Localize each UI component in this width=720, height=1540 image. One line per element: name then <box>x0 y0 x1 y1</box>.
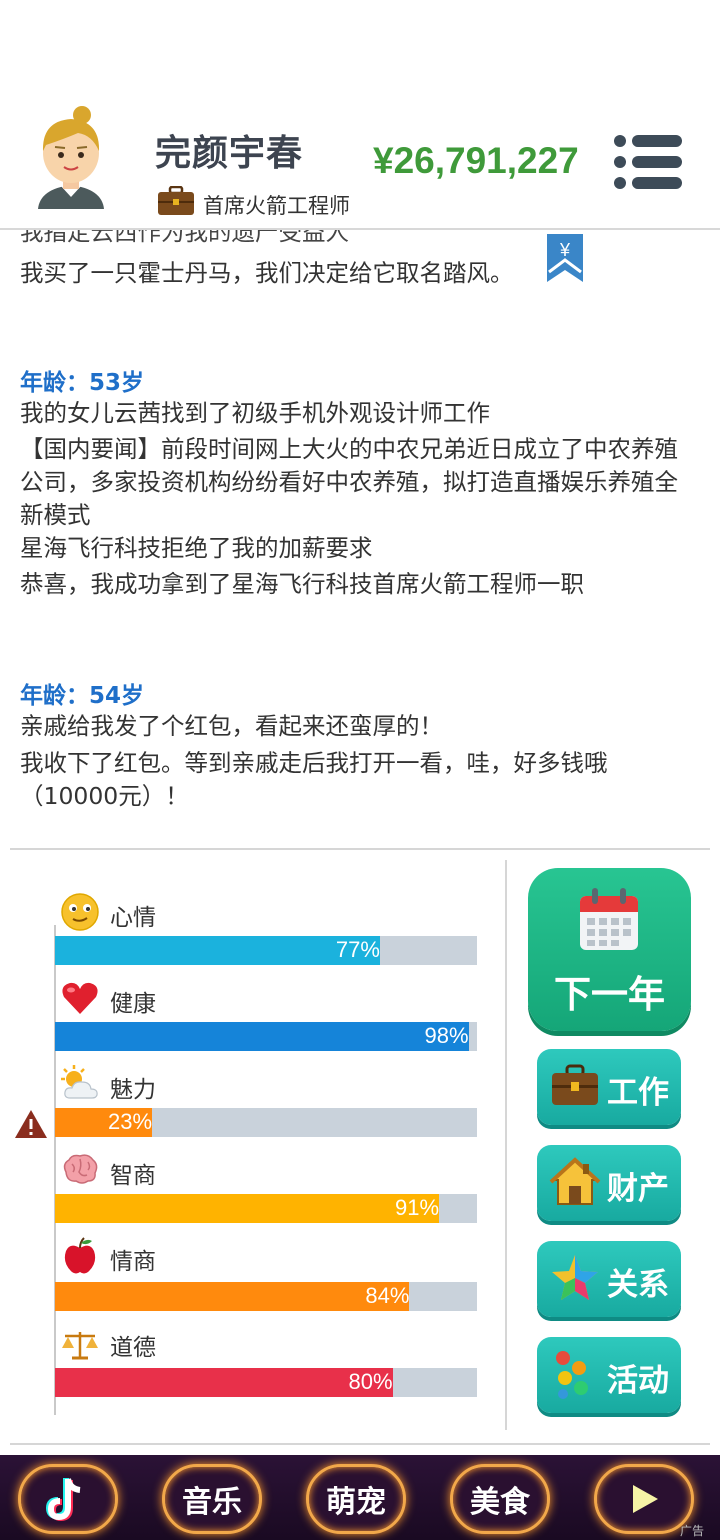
stat-label-morality: 道德 <box>110 1335 156 1361</box>
stat-percent-charm: 23% <box>108 1109 153 1134</box>
next-year-label: 下一年 <box>554 973 665 1016</box>
sun-cloud-icon <box>61 1065 98 1099</box>
briefcase-icon <box>158 186 194 215</box>
log-line: 【国内要闻】前段时间网上大火的中农兄弟近日成立了中农养殖公司，多家投资机构纷纷看… <box>20 435 678 529</box>
property-button[interactable]: 财产 <box>537 1145 681 1221</box>
stat-bar-iq: 91% <box>55 1194 477 1223</box>
stat-label-iq: 智商 <box>110 1163 156 1189</box>
stat-percent-eq: 84% <box>365 1283 410 1308</box>
calendar-icon <box>580 888 638 950</box>
bottom-ad-bar: 音乐 萌宠 美食 <box>0 1455 720 1540</box>
stat-fill-mood: 77% <box>55 936 380 965</box>
stat-label-health: 健康 <box>110 991 156 1017</box>
activity-button[interactable]: 活动 <box>537 1337 681 1413</box>
stat-label-eq: 情商 <box>110 1249 156 1275</box>
header: 完颜宇春 首席火箭工程师 ¥26,791,227 <box>0 0 720 230</box>
stat-bar-charm: 23% <box>55 1108 477 1137</box>
activity-label: 活动 <box>607 1363 669 1399</box>
divider <box>505 860 507 1430</box>
smile-icon <box>61 893 99 931</box>
stat-fill-iq: 91% <box>55 1194 440 1223</box>
work-button[interactable]: 工作 <box>537 1049 681 1125</box>
relations-label: 关系 <box>607 1267 669 1303</box>
stat-bar-mood: 77% <box>55 936 477 965</box>
stat-fill-health: 98% <box>55 1022 469 1051</box>
log-line: 我买了一只霍士丹马，我们决定给它取名踏风。 <box>20 259 514 287</box>
log-line: 星海飞行科技拒绝了我的加薪要求 <box>20 534 373 562</box>
stat-bar-morality: 80% <box>55 1368 477 1397</box>
stat-percent-iq: 91% <box>394 1195 440 1220</box>
log-line: 亲戚给我发了个红包，看起来还蛮厚的！ <box>20 712 443 740</box>
money-amount: ¥26,791,227 <box>373 140 579 181</box>
play-icon <box>633 1485 658 1513</box>
stat-bar-health: 98% <box>55 1022 477 1051</box>
stat-bar-eq: 84% <box>55 1282 477 1311</box>
ad-tag: 广告 <box>680 1524 705 1538</box>
log-line: 恭喜，我成功拿到了星海飞行科技首席火箭工程师一职 <box>20 570 584 598</box>
property-label: 财产 <box>607 1171 669 1207</box>
age-heading-53: 年龄：53岁 <box>20 370 145 396</box>
tiktok-button[interactable] <box>18 1464 118 1534</box>
dots-icon <box>556 1351 588 1399</box>
food-button[interactable]: 美食 <box>450 1464 550 1534</box>
play-button[interactable] <box>594 1464 694 1534</box>
work-label: 工作 <box>607 1075 669 1111</box>
tiktok-icon <box>46 1478 81 1522</box>
warning-icon <box>15 1110 47 1138</box>
house-icon <box>549 1157 601 1205</box>
star-icon <box>552 1255 598 1300</box>
stat-percent-mood: 77% <box>335 937 380 962</box>
next-year-button[interactable]: 下一年 <box>528 868 691 1031</box>
log-line: 我收下了红包。等到亲戚走后我打开一看，哇，好多钱哦（10000元）！ <box>20 749 608 810</box>
apple-icon <box>64 1237 96 1274</box>
stat-percent-health: 98% <box>424 1023 469 1048</box>
pets-button[interactable]: 萌宠 <box>306 1464 406 1534</box>
player-name: 完颜宇春 <box>155 133 304 174</box>
yuan-bookmark-icon[interactable]: ¥ <box>547 234 583 282</box>
avatar[interactable] <box>30 105 112 215</box>
stat-fill-eq: 84% <box>55 1282 410 1311</box>
stats-axis <box>54 925 56 1415</box>
job-title: 首席火箭工程师 <box>203 194 350 218</box>
scale-icon <box>62 1332 98 1360</box>
heart-icon <box>62 982 98 1014</box>
stat-label-charm: 魅力 <box>110 1077 156 1103</box>
stat-percent-morality: 80% <box>348 1369 393 1394</box>
briefcase-icon <box>552 1064 598 1105</box>
stat-label-mood: 心情 <box>110 905 156 931</box>
brain-icon <box>63 1154 98 1184</box>
stat-fill-morality: 80% <box>55 1368 393 1397</box>
log-line: 我的女儿云茜找到了初级手机外观设计师工作 <box>20 399 490 427</box>
svg-text:¥: ¥ <box>559 240 571 260</box>
stat-fill-charm: 23% <box>55 1108 153 1137</box>
divider <box>10 1443 710 1445</box>
relations-button[interactable]: 关系 <box>537 1241 681 1317</box>
music-button[interactable]: 音乐 <box>162 1464 262 1534</box>
menu-icon[interactable] <box>612 134 684 190</box>
log-line-partial: 我指定云西作为我的遗产受益人 <box>20 230 349 246</box>
event-log[interactable]: 我指定云西作为我的遗产受益人 我买了一只霍士丹马，我们决定给它取名踏风。 ¥ 年… <box>0 230 720 848</box>
age-heading-54: 年龄：54岁 <box>20 683 145 709</box>
